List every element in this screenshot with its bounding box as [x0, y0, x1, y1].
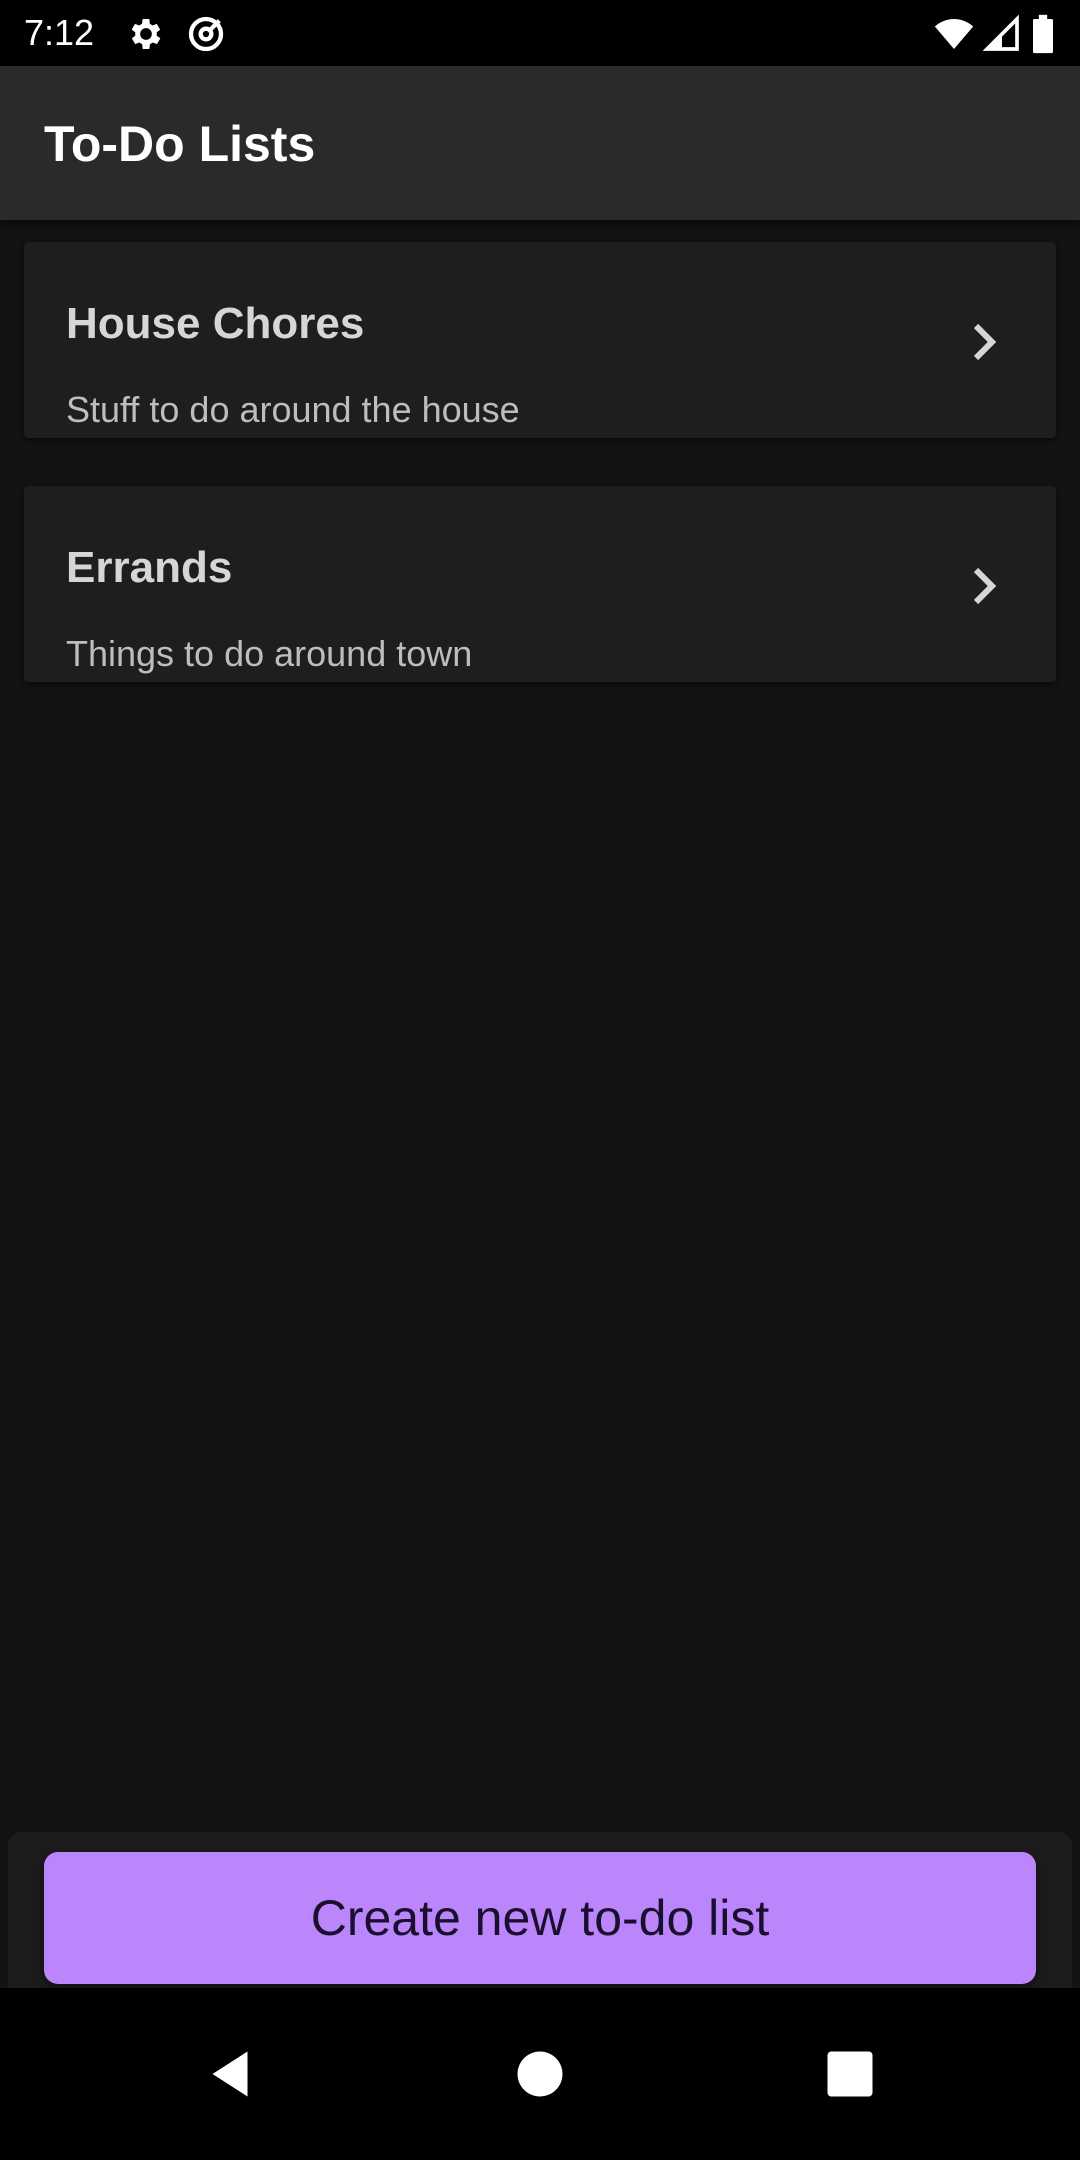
- list-item-errands[interactable]: Errands Things to do around town: [24, 486, 1056, 682]
- app-bar: To-Do Lists: [0, 66, 1080, 220]
- recents-icon[interactable]: [820, 2044, 880, 2104]
- settings-icon: [126, 14, 166, 54]
- list-item-subtitle: Things to do around town: [66, 633, 473, 674]
- chevron-right-icon: [966, 322, 1002, 362]
- list-item-title: House Chores: [66, 299, 365, 348]
- list-item-title: Errands: [66, 543, 233, 592]
- cell-signal-icon: [982, 14, 1022, 54]
- home-icon[interactable]: [510, 2044, 570, 2104]
- system-nav-bar: [0, 1988, 1080, 2160]
- back-icon[interactable]: [200, 2044, 260, 2104]
- create-list-button[interactable]: Create new to-do list: [44, 1852, 1036, 1984]
- battery-icon: [1030, 14, 1056, 54]
- list-item-subtitle: Stuff to do around the house: [66, 389, 520, 430]
- chevron-right-icon: [966, 566, 1002, 606]
- wifi-icon: [934, 14, 974, 54]
- page-title: To-Do Lists: [44, 116, 316, 172]
- status-time: 7:12: [24, 12, 95, 53]
- status-bar: 7:12: [0, 0, 1080, 66]
- screen: 7:12 To-Do Lists House Chores Stuff to d…: [0, 0, 1080, 2160]
- at-sign-icon: [186, 14, 226, 54]
- list-item-house-chores[interactable]: House Chores Stuff to do around the hous…: [24, 242, 1056, 438]
